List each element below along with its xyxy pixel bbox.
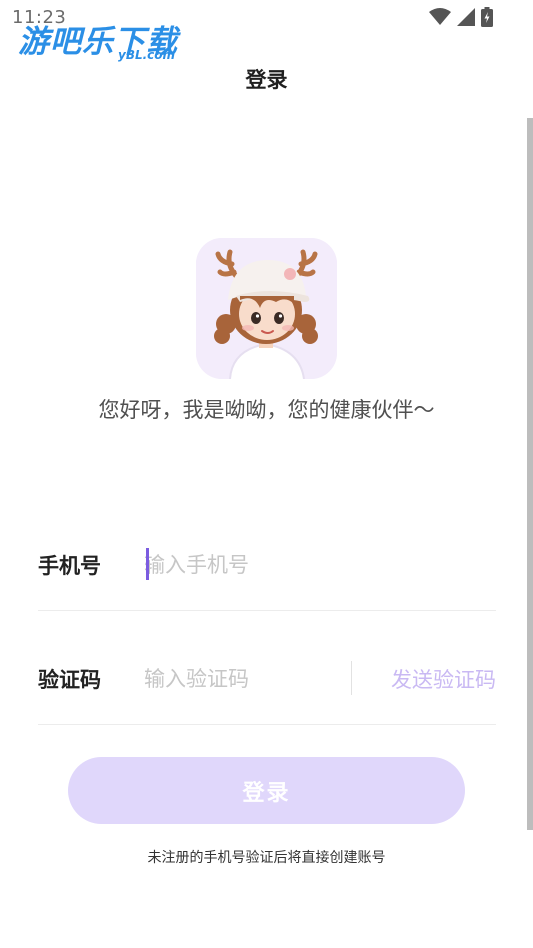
register-hint: 未注册的手机号验证后将直接创建账号 xyxy=(147,850,386,866)
verification-code-input[interactable] xyxy=(144,658,344,700)
greeting-text: 您好呀，我是呦呦，您的健康伙伴～ xyxy=(98,398,435,422)
mascot-illustration xyxy=(196,238,337,379)
watermark-logo: 游吧乐下载 yBL.com xyxy=(18,16,186,66)
phone-divider xyxy=(38,610,496,611)
mascot-avatar xyxy=(196,238,337,379)
watermark-sub-text: yBL.com xyxy=(118,48,176,62)
login-button[interactable]: 登录 xyxy=(68,757,465,824)
battery-icon xyxy=(481,7,493,27)
send-code-button[interactable]: 发送验证码 xyxy=(391,664,496,694)
phone-row: 手机号 xyxy=(38,536,496,596)
phone-input[interactable] xyxy=(144,544,474,586)
code-divider xyxy=(38,724,496,725)
scrollbar[interactable] xyxy=(527,118,533,830)
page-title: 登录 xyxy=(245,68,288,92)
status-icons xyxy=(429,7,493,27)
code-separator xyxy=(351,661,352,695)
cell-signal-icon xyxy=(457,8,475,26)
phone-label: 手机号 xyxy=(38,554,101,578)
text-caret xyxy=(146,548,149,580)
code-label: 验证码 xyxy=(38,668,101,692)
wifi-icon xyxy=(429,8,451,25)
code-row: 验证码 发送验证码 xyxy=(38,650,496,710)
login-screen: 11:23 游吧乐下载 yBL.com 登录 您好呀，我是呦呦，您的健康伙伴～ … xyxy=(0,0,533,948)
